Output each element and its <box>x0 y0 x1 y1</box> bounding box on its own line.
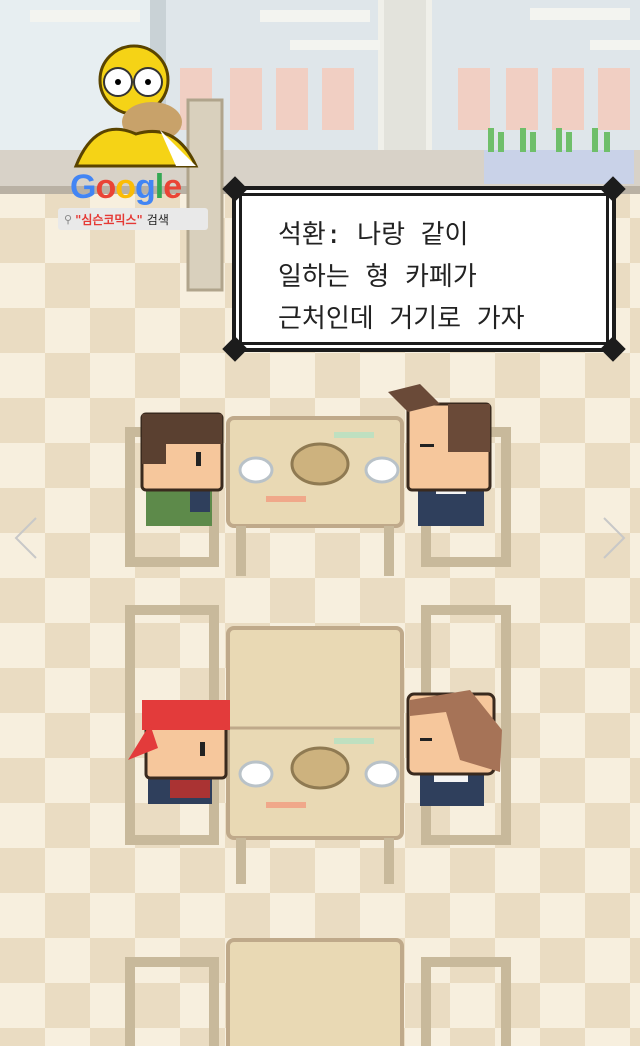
next-button[interactable] <box>600 516 628 560</box>
dialog-text: 석환: 나랑 같이 일하는 형 카페가 근처인데 거기로 가자 <box>278 214 596 340</box>
dialog-line: 일하는 형 카페가 <box>278 262 477 292</box>
prev-button[interactable] <box>12 516 40 560</box>
character-green-shirt <box>140 412 224 526</box>
search-query: "심슨코믹스" <box>75 212 143 227</box>
chevron-left-icon <box>14 517 37 559</box>
dialog-box[interactable]: 석환: 나랑 같이 일하는 형 카페가 근처인데 거기로 가자 <box>222 176 626 362</box>
cartoon-head-icon <box>73 44 199 168</box>
search-icon: ⚲ <box>64 212 73 226</box>
dialog-line: 근처인데 거기로 가자 <box>278 304 525 334</box>
search-suffix: 검색 <box>146 212 169 227</box>
search-hint: ⚲ "심슨코믹스" 검색 <box>58 208 208 230</box>
game-scene: Google ⚲ "심슨코믹스" 검색 석환: 나랑 같이 일하는 형 카페가 … <box>0 0 640 1046</box>
dialog-line: 석환: 나랑 같이 <box>278 220 469 250</box>
brand-wordmark: Google <box>70 168 182 206</box>
chevron-right-icon <box>603 517 626 559</box>
overlay-logo: Google ⚲ "심슨코믹스" 검색 <box>56 26 216 238</box>
